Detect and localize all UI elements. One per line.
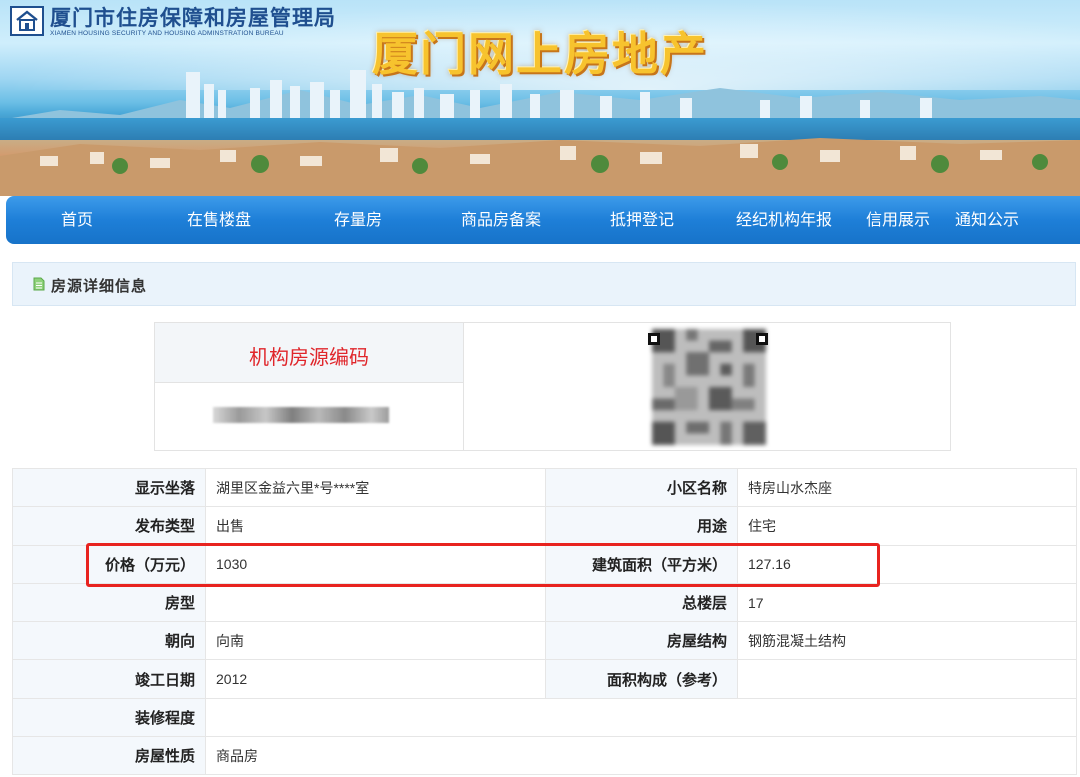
nav-item-notice[interactable]: 通知公示 <box>955 196 1019 244</box>
house-emblem-icon <box>10 6 44 36</box>
table-row: 房屋性质 商品房 <box>12 736 1077 776</box>
nav-item-home[interactable]: 首页 <box>61 196 93 244</box>
usage-label: 用途 <box>545 506 738 546</box>
orientation-label: 朝向 <box>12 621 206 661</box>
decoration-value <box>205 697 1077 738</box>
qr-code-redacted <box>648 329 768 445</box>
layout-value <box>205 582 546 623</box>
price-value: 1030 <box>205 544 546 584</box>
qr-corner-marker <box>756 333 768 345</box>
orientation-value: 向南 <box>205 621 546 661</box>
nav-item-resale[interactable]: 存量房 <box>334 196 382 244</box>
listing-code-label-cell: 机构房源编码 <box>155 323 463 383</box>
site-title: 厦门网上房地产 <box>372 27 708 81</box>
nav-item-filing[interactable]: 商品房备案 <box>461 196 541 244</box>
document-icon <box>33 277 45 291</box>
banner-island <box>0 138 1080 196</box>
property-nature-value: 商品房 <box>205 736 1077 776</box>
structure-value: 钢筋混凝土结构 <box>737 621 1077 661</box>
listing-code-cell: 机构房源编码 <box>155 323 464 450</box>
location-value: 湖里区金益六里*号****室 <box>205 467 546 508</box>
usage-value: 住宅 <box>737 506 1077 546</box>
table-row: 竣工日期 2012 面积构成（参考） <box>12 659 1077 699</box>
nav-item-agency-report[interactable]: 经纪机构年报 <box>736 196 832 244</box>
table-row: 显示坐落 湖里区金益六里*号****室 小区名称 特房山水杰座 <box>12 467 1077 508</box>
section-title: 房源详细信息 <box>51 277 148 295</box>
site-logo[interactable]: 厦门市住房保障和房屋管理局 XIAMEN HOUSING SECURITY AN… <box>10 6 336 38</box>
area-composition-label: 面积构成（参考） <box>545 659 738 699</box>
listing-code-value-redacted <box>213 407 389 423</box>
table-row: 发布类型 出售 用途 住宅 <box>12 506 1077 546</box>
area-composition-value <box>737 659 1077 699</box>
community-value: 特房山水杰座 <box>737 467 1077 508</box>
property-nature-label: 房屋性质 <box>12 736 206 776</box>
property-detail-table: 显示坐落 湖里区金益六里*号****室 小区名称 特房山水杰座 发布类型 出售 … <box>12 467 1077 776</box>
structure-label: 房屋结构 <box>545 621 738 661</box>
table-row: 朝向 向南 房屋结构 钢筋混凝土结构 <box>12 621 1077 661</box>
listing-type-value: 出售 <box>205 506 546 546</box>
nav-item-mortgage[interactable]: 抵押登记 <box>610 196 674 244</box>
listing-code-panel: 机构房源编码 <box>154 322 951 451</box>
header-banner: 厦门市住房保障和房屋管理局 XIAMEN HOUSING SECURITY AN… <box>0 0 1080 196</box>
listing-type-label: 发布类型 <box>12 506 206 546</box>
table-row: 装修程度 <box>12 697 1077 738</box>
org-name-en: XIAMEN HOUSING SECURITY AND HOUSING ADMI… <box>50 30 284 37</box>
org-name: 厦门市住房保障和房屋管理局 <box>50 6 336 30</box>
decoration-label: 装修程度 <box>12 697 206 738</box>
community-label: 小区名称 <box>545 467 738 508</box>
floor-area-value: 127.16 <box>737 544 1077 584</box>
completion-date-label: 竣工日期 <box>12 659 206 699</box>
layout-label: 房型 <box>12 582 206 623</box>
total-floors-value: 17 <box>737 582 1077 623</box>
listing-code-label: 机构房源编码 <box>249 345 369 369</box>
price-label: 价格（万元） <box>12 544 206 584</box>
table-row: 房型 总楼层 17 <box>12 582 1077 623</box>
main-nav: 首页 在售楼盘 存量房 商品房备案 抵押登记 经纪机构年报 信用展示 通知公示 <box>6 196 1080 244</box>
total-floors-label: 总楼层 <box>545 582 738 623</box>
nav-item-on-sale[interactable]: 在售楼盘 <box>187 196 251 244</box>
nav-item-credit[interactable]: 信用展示 <box>866 196 930 244</box>
table-row: 价格（万元） 1030 建筑面积（平方米） 127.16 <box>12 544 1077 584</box>
floor-area-label: 建筑面积（平方米） <box>545 544 738 584</box>
location-label: 显示坐落 <box>12 467 206 508</box>
completion-date-value: 2012 <box>205 659 546 699</box>
qr-corner-marker <box>648 333 660 345</box>
section-header: 房源详细信息 <box>12 262 1076 306</box>
